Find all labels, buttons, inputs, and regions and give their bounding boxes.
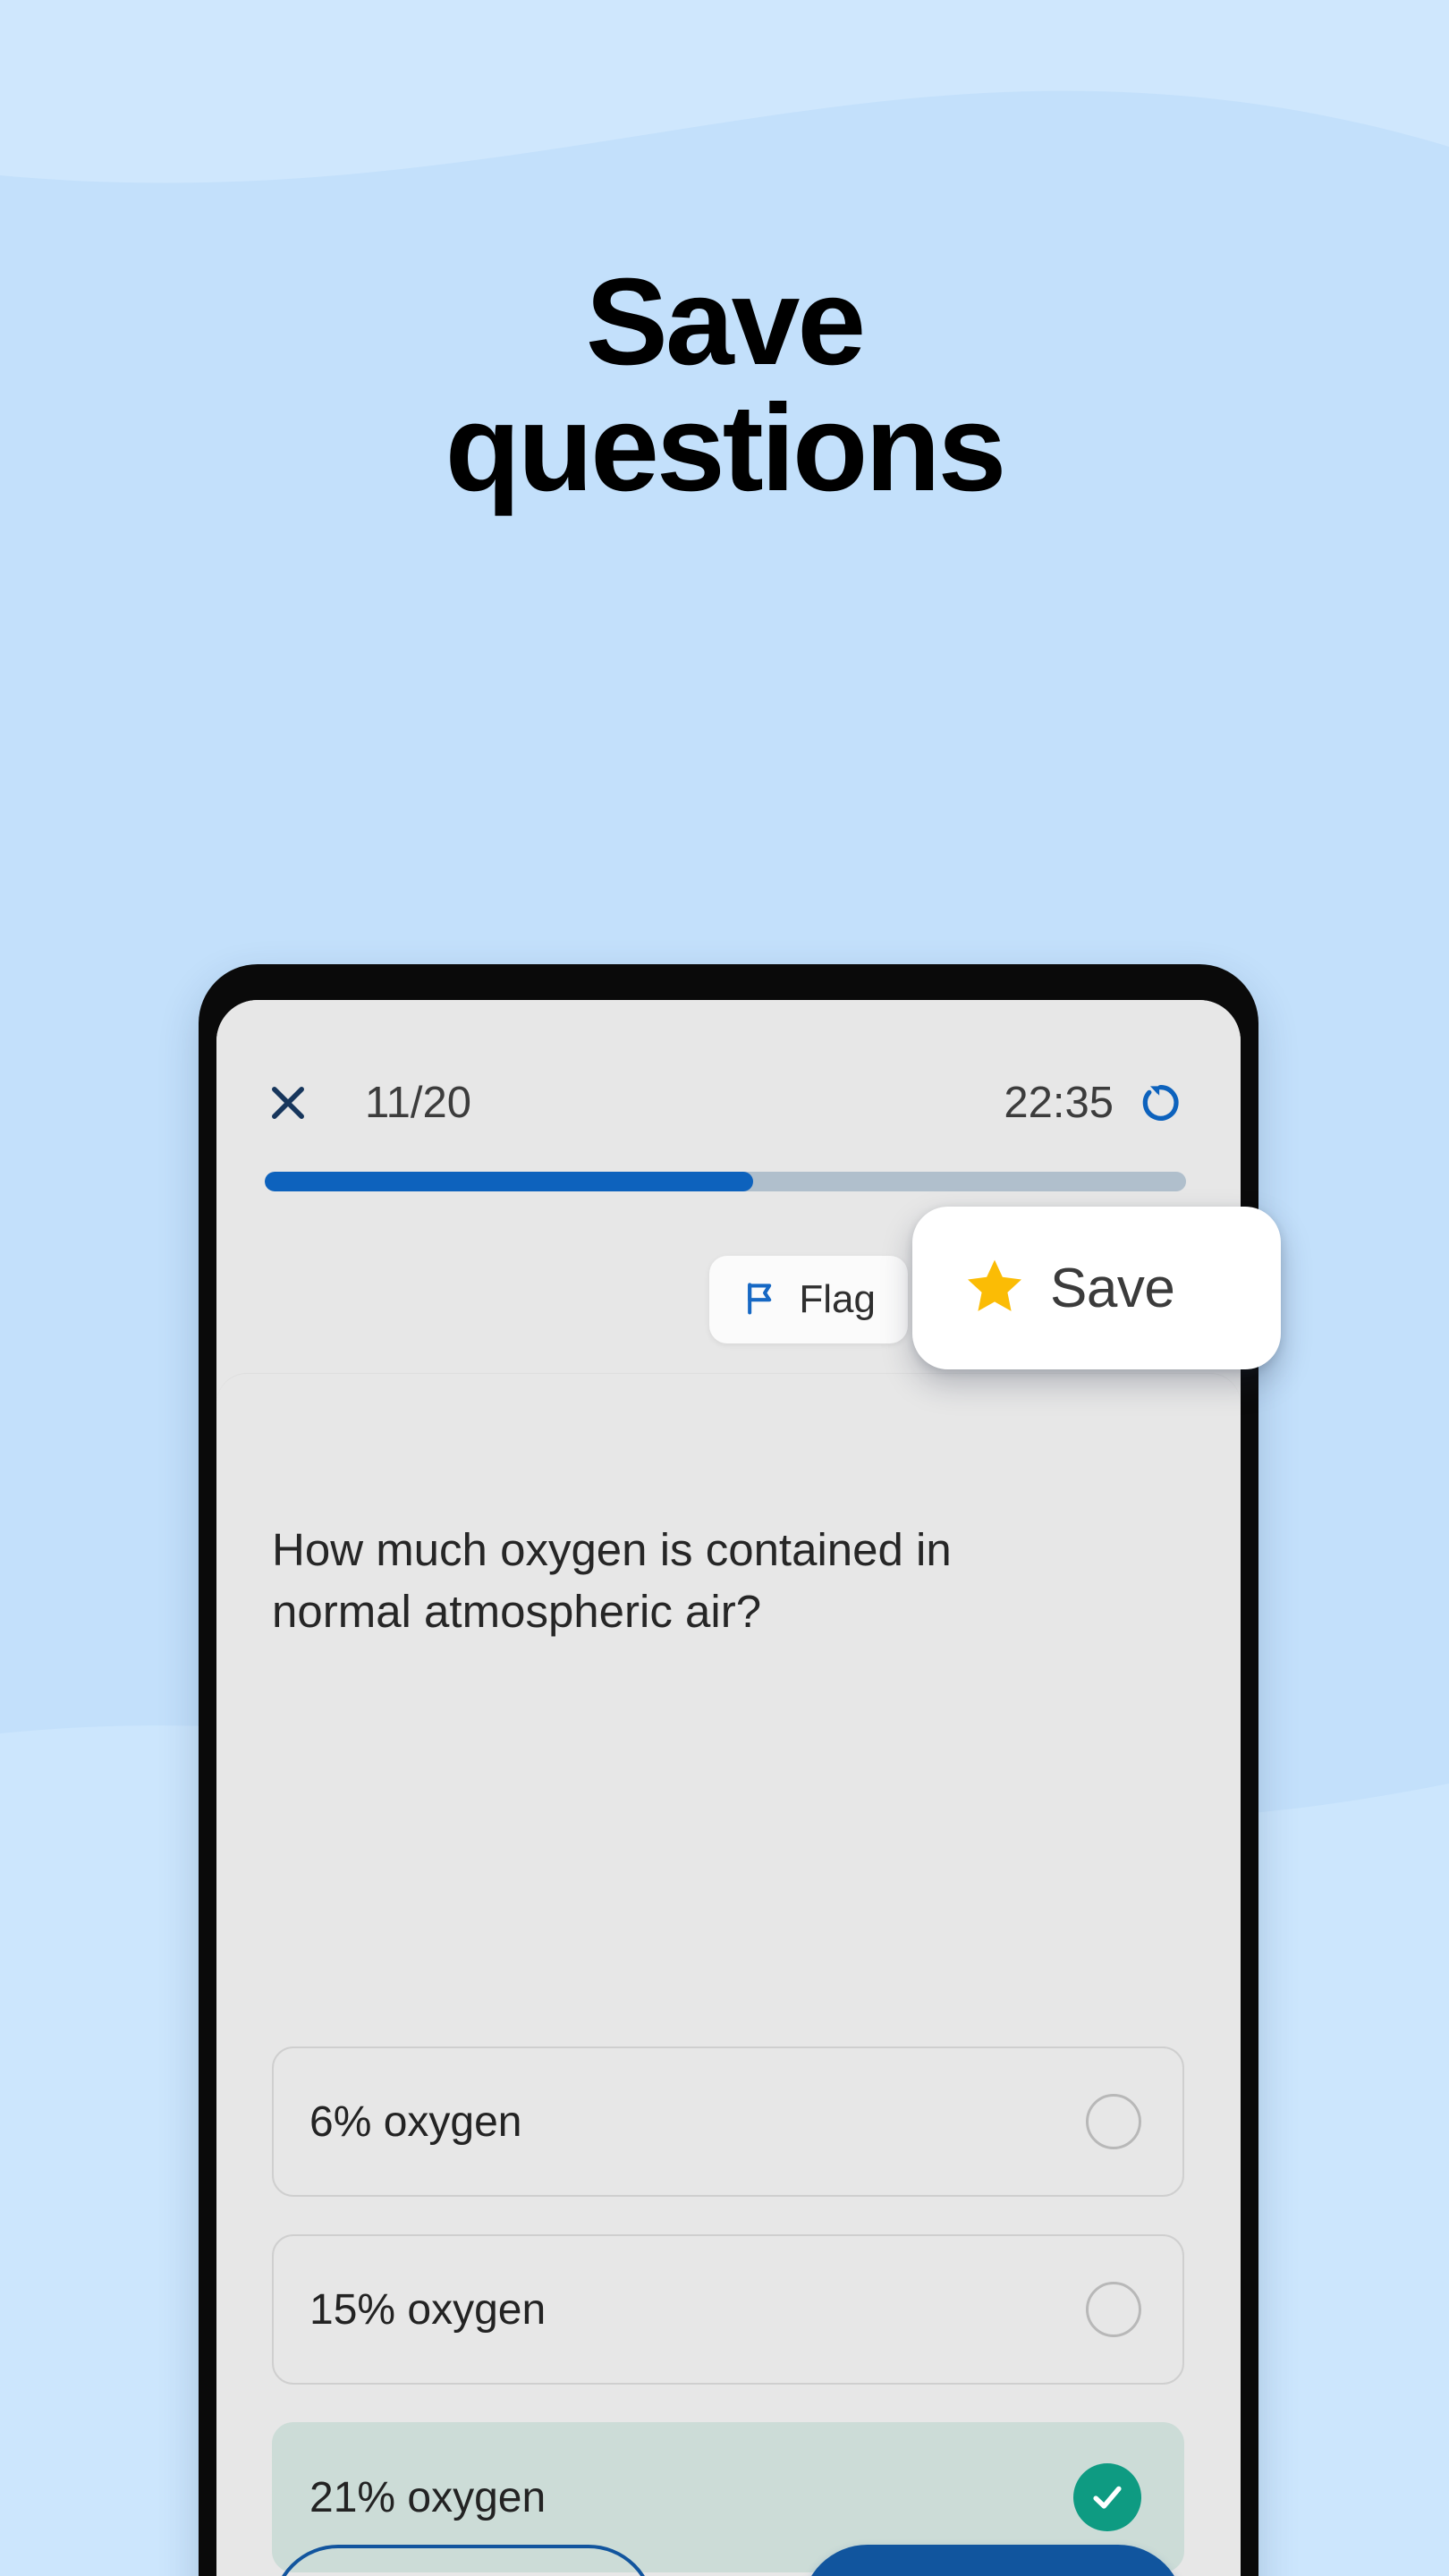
answer-option-label: 21% oxygen [309,2473,547,2521]
save-button-label: Save [1050,1257,1175,1319]
quiz-header: 11/20 22:35 [216,1000,1241,1234]
answer-options-list: 6% oxygen 15% oxygen 21% oxygen [272,2046,1184,2576]
question-card: How much oxygen is contained in normal a… [216,1374,1241,2576]
promo-headline: Save questions [0,259,1449,512]
answer-option-label: 6% oxygen [309,2097,522,2146]
headline-line-2: questions [445,378,1007,517]
check-circle-icon [1073,2463,1141,2531]
question-text: How much oxygen is contained in normal a… [272,1524,952,1638]
answer-option-label: 15% oxygen [309,2285,547,2334]
radio-empty-icon[interactable] [1086,2094,1141,2149]
progress-bar [265,1172,1186,1191]
flag-button-label: Flag [799,1277,876,1321]
restart-circle-arrow-icon[interactable] [1135,1078,1185,1128]
question-counter: 11/20 [365,1079,471,1127]
flag-outline-icon [741,1278,781,1322]
next-button[interactable]: Next [801,2545,1184,2576]
quiz-navigation: Back Next [272,2544,1184,2576]
flag-question-button[interactable]: Flag [709,1256,908,1343]
answer-option[interactable]: 6% oxygen [272,2046,1184,2197]
star-filled-icon [962,1254,1027,1323]
save-question-button[interactable]: Save [912,1207,1281,1369]
close-x-icon[interactable] [263,1078,313,1128]
back-button[interactable]: Back [272,2545,655,2576]
radio-empty-icon[interactable] [1086,2282,1141,2337]
progress-bar-fill [265,1172,753,1191]
answer-option[interactable]: 15% oxygen [272,2234,1184,2385]
headline-line-1: Save [585,253,866,391]
quiz-timer: 22:35 [1004,1079,1114,1127]
